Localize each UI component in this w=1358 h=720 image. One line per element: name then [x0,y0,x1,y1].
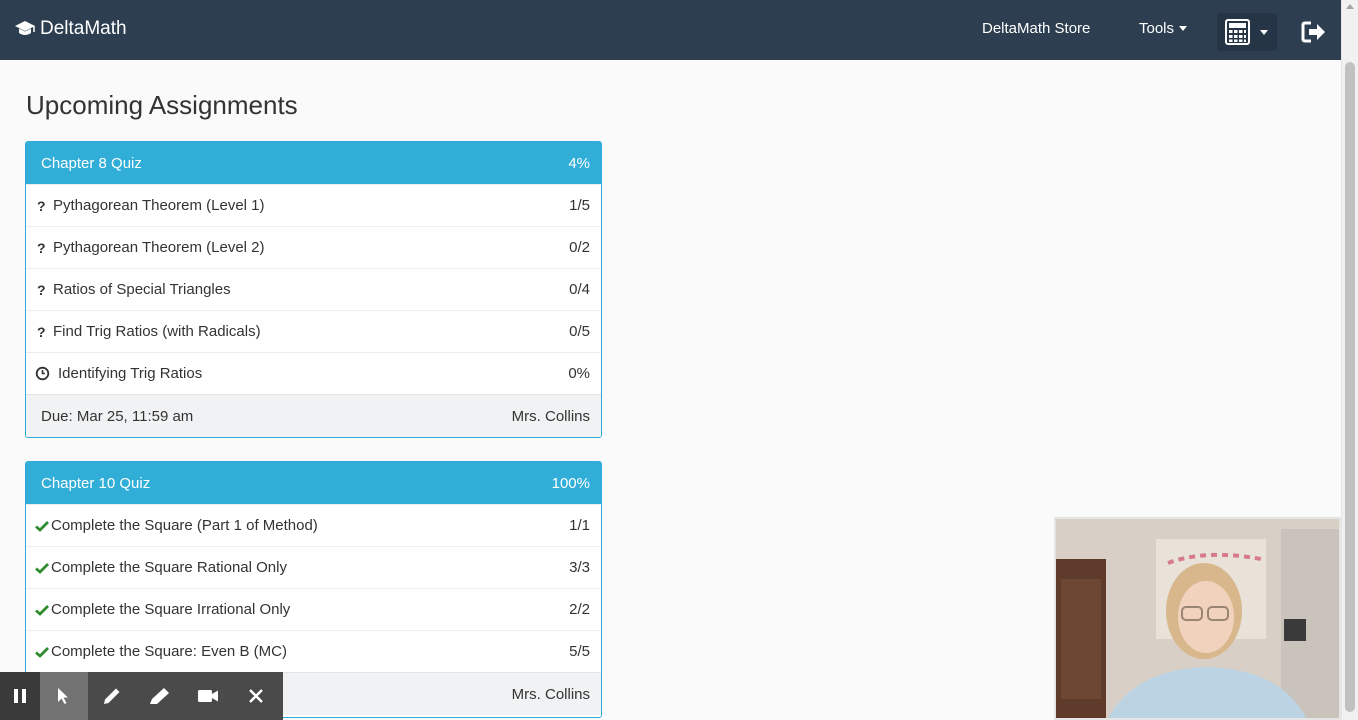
nav-store-link[interactable]: DeltaMath Store [982,20,1090,37]
clock-icon [35,366,58,381]
webcam-toggle-button[interactable] [184,672,232,720]
assignment-item-score: 0% [568,365,590,382]
webcam-overlay[interactable] [1054,517,1341,720]
assignment-item-score: 1/1 [569,517,590,534]
assignment-item[interactable]: ? Find Trig Ratios (with Radicals) 0/5 [26,310,601,352]
sign-out-icon[interactable] [1301,21,1326,43]
checkmark-icon [35,646,51,658]
assignment-item-name: Find Trig Ratios (with Radicals) [53,323,261,340]
scroll-up-arrow-icon[interactable] [1346,4,1354,9]
assignment-percent: 100% [551,474,590,492]
assignment-teacher: Mrs. Collins [511,685,590,703]
highlighter-icon [150,688,169,704]
assignment-item-name: Identifying Trig Ratios [58,365,203,382]
assignment-item-score: 5/5 [569,643,590,660]
assignment-item-score: 0/4 [569,281,590,298]
assignment-percent: 4% [568,154,590,172]
assignment-item[interactable]: ? Ratios of Special Triangles 0/4 [26,268,601,310]
assignment-item[interactable]: Identifying Trig Ratios 0% [26,352,601,394]
assignment-item-name: Complete the Square Rational Only [51,559,287,576]
nav-tools-label: Tools [1139,20,1175,37]
recording-toolbar [0,672,283,720]
pen-tool-button[interactable] [88,672,136,720]
top-navbar: DeltaMath DeltaMath Store Tools [0,0,1341,60]
cursor-icon [58,688,68,704]
assignment-item-score: 0/2 [569,239,590,256]
question-mark-icon: ? [37,239,46,256]
assignment-item-name: Complete the Square Irrational Only [51,601,291,618]
assignment-item-name: Pythagorean Theorem (Level 2) [53,239,265,256]
calculator-icon [1225,19,1250,45]
assignment-item[interactable]: Complete the Square Rational Only 3/3 [26,546,601,588]
assignment-teacher: Mrs. Collins [511,407,590,425]
checkmark-icon [35,604,51,616]
close-recording-button[interactable] [232,672,280,720]
assignment-item[interactable]: Complete the Square (Part 1 of Method) 1… [26,504,601,546]
assignment-item-name: Complete the Square (Part 1 of Method) [51,517,318,534]
assignment-footer: Due: Mar 25, 11:59 am Mrs. Collins [26,394,601,437]
assignment-due-date: Due: Mar 25, 11:59 am [41,407,194,425]
nav-tools-dropdown[interactable]: Tools [1139,20,1188,37]
assignment-item[interactable]: ? Pythagorean Theorem (Level 1) 1/5 [26,184,601,226]
assignment-item-name: Pythagorean Theorem (Level 1) [53,197,265,214]
assignment-item-score: 0/5 [569,323,590,340]
calculator-dropdown-button[interactable] [1217,13,1277,51]
graduation-cap-icon [15,21,35,35]
assignment-heading[interactable]: Chapter 10 Quiz 100% [26,462,601,504]
brand-name: DeltaMath [40,18,127,39]
assignment-item-name: Ratios of Special Triangles [53,281,231,298]
question-mark-icon: ? [37,323,46,340]
assignment-item-score: 2/2 [569,601,590,618]
brand-logo[interactable]: DeltaMath [14,18,127,40]
assignment-panel: Chapter 8 Quiz 4% ? Pythagorean Theorem … [25,141,602,438]
close-icon [249,689,263,703]
assignment-item-score: 1/5 [569,197,590,214]
caret-down-icon [1260,29,1268,35]
question-mark-icon: ? [37,281,46,298]
pause-button[interactable] [0,672,40,720]
scrollbar-thumb[interactable] [1345,62,1355,712]
assignment-item[interactable]: Complete the Square: Even B (MC) 5/5 [26,630,601,672]
pause-icon [14,689,26,703]
highlighter-tool-button[interactable] [136,672,184,720]
assignment-title: Chapter 10 Quiz [41,474,151,492]
assignment-item-score: 3/3 [569,559,590,576]
assignment-item[interactable]: ? Pythagorean Theorem (Level 2) 0/2 [26,226,601,268]
cursor-tool-button[interactable] [40,672,88,720]
page-scrollbar[interactable] [1341,0,1358,720]
video-camera-icon [198,690,218,702]
question-mark-icon: ? [37,197,46,214]
assignment-item-name: Complete the Square: Even B (MC) [51,643,287,660]
assignment-title: Chapter 8 Quiz [41,154,142,172]
webcam-video-feed [1056,519,1339,718]
page-title: Upcoming Assignments [26,90,298,120]
assignment-heading[interactable]: Chapter 8 Quiz 4% [26,142,601,184]
checkmark-icon [35,562,51,574]
pencil-icon [104,688,120,704]
caret-down-icon [1179,26,1188,31]
assignment-item[interactable]: Complete the Square Irrational Only 2/2 [26,588,601,630]
checkmark-icon [35,520,51,532]
